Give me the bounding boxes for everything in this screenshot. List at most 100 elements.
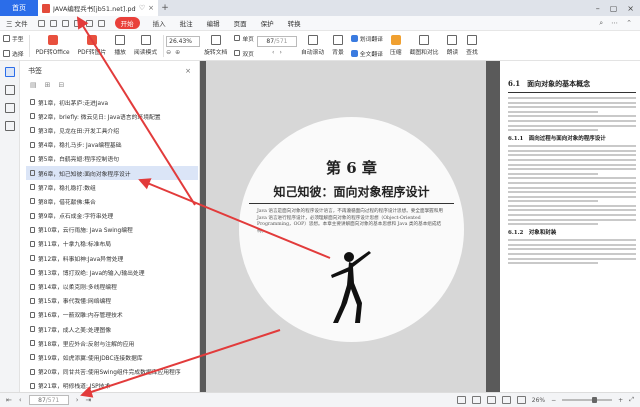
next-page-icon[interactable]: › xyxy=(76,396,79,404)
bookmark-item[interactable]: 第7章，稳扎稳打:数组 xyxy=(26,180,198,194)
menu-start[interactable]: 开始 xyxy=(114,17,140,29)
first-page-icon[interactable]: ⇤ xyxy=(6,396,12,404)
collapse-icon[interactable]: ⌃ xyxy=(626,19,632,28)
fullscreen-icon[interactable]: ⤢ xyxy=(629,396,634,404)
bookmark-item[interactable]: 第10章，云行雨施: Java Swing编程 xyxy=(26,223,198,237)
bookmark-item[interactable]: 第13章，博打双绝: Java的输入/输出处理 xyxy=(26,265,198,279)
single-page-button[interactable]: 单页 xyxy=(231,32,257,45)
bookmark-item[interactable]: 第18章，里应外合:反射与注解的应用 xyxy=(26,336,198,350)
bookmark-item-selected[interactable]: 第6章，知己知彼:面向对象程序设计 xyxy=(26,165,198,181)
maximize-icon[interactable]: ▢ xyxy=(610,4,618,13)
search-icon[interactable]: ⌕ xyxy=(599,19,603,28)
bookmark-item[interactable]: 第3章，见龙在田:开发工具介绍 xyxy=(26,123,198,137)
section-heading: 6.1 面向对象的基本概念 xyxy=(508,79,636,93)
open-folder-icon[interactable] xyxy=(49,19,57,27)
bookmark-item[interactable]: 第17章，成人之美:处理图像 xyxy=(26,322,198,336)
close-panel-icon[interactable]: × xyxy=(185,67,191,75)
annotation-icon[interactable] xyxy=(4,103,15,113)
zoom-slider-knob[interactable] xyxy=(592,397,598,403)
close-tab-icon[interactable]: × xyxy=(148,4,154,12)
new-icon[interactable] xyxy=(37,19,45,27)
menu-insert[interactable]: 插入 xyxy=(146,18,173,28)
bookmark-item[interactable]: 第15章，事代我懂:网络编程 xyxy=(26,294,198,308)
minimize-icon[interactable]: – xyxy=(596,4,600,13)
zoom-out-icon[interactable]: − xyxy=(551,397,556,404)
double-page-button[interactable]: 双页 xyxy=(231,47,257,60)
tab-home[interactable]: 首页 xyxy=(0,0,38,16)
bookmark-item[interactable]: 第14章，以柔克刚:多线程编程 xyxy=(26,279,198,293)
bookmark-item[interactable]: 第11章，十拿九稳:标准布局 xyxy=(26,237,198,251)
bookmark-item[interactable]: 第2章，briefly: 微云见日: Java语言的环境配置 xyxy=(26,109,198,123)
file-menu[interactable]: 三 文件 xyxy=(0,18,34,28)
save-icon[interactable] xyxy=(61,19,69,27)
compress-icon xyxy=(390,35,401,45)
bookmark-item[interactable]: 第5章，白鹤亮翅:程序控制语句 xyxy=(26,152,198,166)
bookmark-item[interactable]: 第12章，料事如神:Java异常处理 xyxy=(26,251,198,265)
document-view[interactable]: 第 6 章 知己知彼：面向对象程序设计 Java 语言是面向对象的程序设计语言，… xyxy=(200,61,640,392)
zoom-input[interactable]: 26.43% xyxy=(166,35,201,47)
delete-bookmark-icon[interactable]: ⊟ xyxy=(59,81,65,93)
thumbnail-icon[interactable] xyxy=(4,85,15,95)
menu-protect[interactable]: 保护 xyxy=(254,18,281,28)
bookmark-item[interactable]: 第9章，点石成金:字符串处理 xyxy=(26,209,198,223)
read-aloud-button[interactable]: 朗读 xyxy=(443,31,463,61)
star-icon[interactable]: ♡ xyxy=(139,4,145,12)
zoom-buttons: ⊖ ⊕ xyxy=(166,49,200,56)
rotate-button[interactable]: 旋转文档 xyxy=(200,31,231,61)
expand-icon[interactable]: ▤ xyxy=(30,81,37,93)
bookmark-item[interactable]: 第1章，初出茅庐:走进Java xyxy=(26,95,198,109)
background-button[interactable]: 背景 xyxy=(328,31,348,61)
zoom-out-icon[interactable]: ⊖ xyxy=(166,49,171,56)
close-window-icon[interactable]: × xyxy=(627,4,634,13)
print-icon[interactable] xyxy=(73,19,81,27)
find-button[interactable]: 查找 xyxy=(462,31,482,61)
double-view-icon[interactable] xyxy=(471,396,481,404)
screenshot-compare-button[interactable]: 截图和对比 xyxy=(406,31,443,61)
attachment-icon[interactable] xyxy=(4,121,15,131)
prev-page-icon[interactable]: ‹ xyxy=(19,396,22,404)
status-page-input[interactable]: 87/571 xyxy=(28,395,69,405)
zoom-slider[interactable] xyxy=(562,397,613,403)
translate-label: 划词翻译 xyxy=(359,36,383,43)
text-line xyxy=(508,209,636,212)
last-page-icon[interactable]: ⇥ xyxy=(86,396,92,404)
hand-tool[interactable]: 手型 xyxy=(0,32,27,45)
word-translate-button[interactable]: 划词翻译 xyxy=(348,32,386,45)
bookmark-item[interactable]: 第19章，如虎添翼:使用JDBC连接数据库 xyxy=(26,350,198,364)
menu-page[interactable]: 页面 xyxy=(227,18,254,28)
text-line xyxy=(508,168,636,171)
new-tab-button[interactable]: + xyxy=(158,3,172,13)
redo-icon[interactable] xyxy=(97,19,105,27)
bookmark-item[interactable]: 第20章，同甘共苦:使用Swing组件完成数据库应用程序 xyxy=(26,365,198,379)
menu-annotate[interactable]: 批注 xyxy=(173,18,200,28)
full-translate-button[interactable]: 全文翻译 xyxy=(348,47,386,60)
play-button[interactable]: 播放 xyxy=(110,31,130,61)
pdf-to-image-button[interactable]: PDF转图片 xyxy=(74,31,111,61)
zoom-in-icon[interactable]: + xyxy=(618,397,623,404)
bookmark-item[interactable]: 第21章，明修栈道: JSP技术 xyxy=(26,379,198,393)
bookmark-item[interactable]: 第8章，借花献佛:集合 xyxy=(26,194,198,208)
bookmark-item[interactable]: 第4章，稳扎马步: Java编程基础 xyxy=(26,138,198,152)
bookmark-panel: 书签 × ▤ ⊞ ⊟ 第1章，初出茅庐:走进Java 第2章，briefly: … xyxy=(20,61,200,392)
add-bookmark-icon[interactable]: ⊞ xyxy=(45,81,51,93)
more-icon[interactable]: ⋯ xyxy=(611,19,618,28)
zoom-in-icon[interactable]: ⊕ xyxy=(175,49,180,56)
continuous-view-icon[interactable] xyxy=(486,396,496,404)
single-view-icon[interactable] xyxy=(456,396,466,404)
auto-scroll-button[interactable]: 自动滚动 xyxy=(297,31,328,61)
page-number-input[interactable]: 87/571 xyxy=(256,35,297,47)
compress-button[interactable]: 压缩 xyxy=(386,31,406,61)
bookmark-panel-icon[interactable] xyxy=(4,67,15,77)
prev-page-icon[interactable]: ‹ xyxy=(272,49,274,56)
fit-width-icon[interactable] xyxy=(516,396,526,404)
book-view-icon[interactable] xyxy=(501,396,511,404)
menu-convert[interactable]: 转换 xyxy=(281,18,308,28)
next-page-icon[interactable]: › xyxy=(279,49,281,56)
tab-document[interactable]: JAVA编程兵书[jb51.net].pdf ♡ × xyxy=(38,0,158,16)
bookmark-item[interactable]: 第16章，一箭双雕:内存管理技术 xyxy=(26,308,198,322)
undo-icon[interactable] xyxy=(85,19,93,27)
pdf-to-office-button[interactable]: PDF转Office xyxy=(32,31,74,61)
menu-edit[interactable]: 编辑 xyxy=(200,18,227,28)
select-tool[interactable]: 选择 xyxy=(0,47,27,60)
read-mode-button[interactable]: 阅读模式 xyxy=(130,31,161,61)
